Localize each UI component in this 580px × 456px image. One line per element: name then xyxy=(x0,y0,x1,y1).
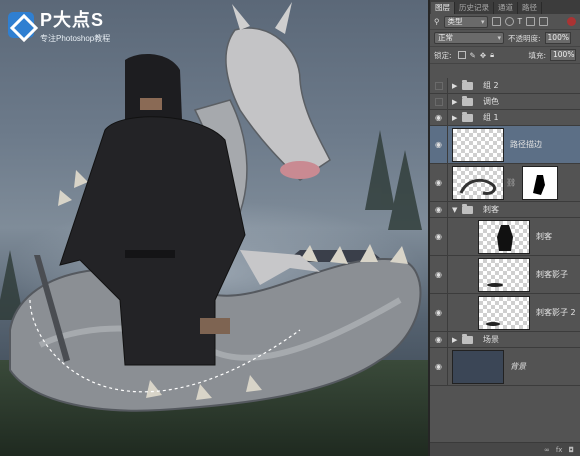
visibility-toggle[interactable] xyxy=(430,94,448,109)
folder-icon xyxy=(462,79,473,90)
panel-tabs: 图层 历史记录 通道 路径 xyxy=(430,0,580,14)
layer-row[interactable]: ▶ 组 2 xyxy=(430,78,580,94)
layer-thumbnail xyxy=(452,349,504,384)
layer-name: 组 2 xyxy=(483,81,499,90)
layer-row[interactable]: ◉ 刺客 xyxy=(430,218,580,256)
fill-label: 填充: xyxy=(528,50,546,60)
expand-arrow-icon[interactable]: ▶ xyxy=(452,82,460,90)
logo-title: P大点S xyxy=(40,10,105,30)
adjustment-filter-icon[interactable] xyxy=(504,17,514,26)
mask-icon[interactable]: ◘ xyxy=(568,446,574,454)
layer-name: 背景 xyxy=(510,362,526,371)
ninja-hand xyxy=(200,318,230,334)
blend-row: 正常 不透明度: 100% xyxy=(430,30,580,47)
folder-icon xyxy=(462,95,473,106)
layer-name: 调色 xyxy=(483,97,499,106)
dragon-mouth xyxy=(280,161,320,179)
shape-filter-icon[interactable] xyxy=(526,17,536,26)
eye-icon[interactable]: ◉ xyxy=(430,332,448,347)
layer-row[interactable]: ◉ ▼ 刺客 xyxy=(430,202,580,218)
layer-name: 刺客 xyxy=(483,205,499,214)
tab-layers[interactable]: 图层 xyxy=(431,2,455,14)
layer-name: 刺客影子 2 xyxy=(536,308,576,317)
eye-icon[interactable]: ◉ xyxy=(430,202,448,217)
layer-thumbnail xyxy=(452,127,504,162)
layer-mask-thumbnail[interactable] xyxy=(522,165,559,200)
layer-row[interactable]: ◉ 刺客影子 2 xyxy=(430,294,580,332)
panel-footer: ∞ fx ◘ xyxy=(430,442,580,456)
layer-row[interactable]: ◉ 背景 xyxy=(430,348,580,386)
diamond-logo-icon xyxy=(8,12,34,38)
lock-row: 锁定: ✎ ✥ 🔒︎ 填充: 100% xyxy=(430,47,580,64)
layer-list: ▶ 组 2 ▶ 调色 ◉ ▶ 组 1 ◉ 路径描边 ◉ ⛓︎ ◉ ▼ 刺客 ◉ … xyxy=(430,78,580,386)
expand-arrow-icon[interactable]: ▶ xyxy=(452,336,460,344)
fill-input[interactable]: 100% xyxy=(550,49,576,61)
layer-name: 场景 xyxy=(483,335,499,344)
folder-icon xyxy=(462,203,473,214)
fx-icon[interactable]: fx xyxy=(556,446,563,454)
ninja-hood xyxy=(125,54,182,121)
layer-row[interactable]: ▶ 调色 xyxy=(430,94,580,110)
link-icon[interactable]: ⛓︎ xyxy=(506,178,516,187)
layer-thumbnail xyxy=(452,165,504,200)
filter-toggle-icon[interactable] xyxy=(567,17,576,26)
opacity-label: 不透明度: xyxy=(508,33,541,43)
text-filter-icon[interactable]: T xyxy=(518,17,523,26)
layer-row[interactable]: ◉ ▶ 场景 xyxy=(430,332,580,348)
tab-history[interactable]: 历史记录 xyxy=(455,2,494,14)
collapse-arrow-icon[interactable]: ▼ xyxy=(452,206,460,214)
lock-all-icon[interactable]: 🔒︎ xyxy=(490,50,494,60)
lock-label: 锁定: xyxy=(434,50,452,60)
eye-icon[interactable]: ◉ xyxy=(430,294,448,331)
ninja-belt xyxy=(125,250,175,258)
eye-icon[interactable]: ◉ xyxy=(430,256,448,293)
layer-name: 刺客 xyxy=(536,232,552,241)
folder-icon xyxy=(462,111,473,122)
lock-paint-icon[interactable]: ✎ xyxy=(470,51,476,60)
layer-row-selected[interactable]: ◉ 路径描边 xyxy=(430,126,580,164)
tab-channels[interactable]: 通道 xyxy=(494,2,518,14)
document-canvas[interactable]: P大点S 专注Photoshop教程 xyxy=(0,0,428,456)
eye-icon[interactable]: ◉ xyxy=(430,218,448,255)
layer-name: 组 1 xyxy=(483,113,499,122)
lock-transparent-icon[interactable] xyxy=(457,51,466,59)
eye-icon[interactable]: ◉ xyxy=(430,110,448,125)
layer-thumbnail xyxy=(478,219,530,254)
layer-row[interactable]: ◉ ▶ 组 1 xyxy=(430,110,580,126)
ninja-face xyxy=(140,98,162,110)
smart-object-filter-icon[interactable] xyxy=(539,17,549,26)
watermark-logo: P大点S 专注Photoshop教程 xyxy=(8,6,110,44)
image-filter-icon[interactable] xyxy=(491,17,501,26)
link-icon[interactable]: ∞ xyxy=(544,446,550,454)
layer-thumbnail xyxy=(478,295,530,330)
filter-row: ⚲ 类型 T xyxy=(430,14,580,30)
lock-position-icon[interactable]: ✥ xyxy=(480,51,486,60)
layer-row[interactable]: ◉ 刺客影子 xyxy=(430,256,580,294)
eye-icon[interactable]: ◉ xyxy=(430,126,448,163)
expand-arrow-icon[interactable]: ▶ xyxy=(452,114,460,122)
logo-subtitle: 专注Photoshop教程 xyxy=(40,34,111,43)
filter-type-select[interactable]: 类型 xyxy=(443,15,488,28)
expand-arrow-icon[interactable]: ▶ xyxy=(452,98,460,106)
layer-thumbnail xyxy=(478,257,530,292)
eye-icon[interactable]: ◉ xyxy=(430,164,448,201)
folder-icon xyxy=(462,333,473,344)
blend-mode-select[interactable]: 正常 xyxy=(434,32,504,44)
opacity-input[interactable]: 100% xyxy=(544,32,571,44)
eye-icon[interactable]: ◉ xyxy=(430,348,448,385)
scene-artwork xyxy=(0,2,422,412)
layers-panel: 图层 历史记录 通道 路径 ⚲ 类型 T 正常 不透明度: 100% 锁定: ✎… xyxy=(428,0,580,456)
layer-name: 刺客影子 xyxy=(536,270,568,279)
search-icon: ⚲ xyxy=(434,17,440,26)
visibility-toggle[interactable] xyxy=(430,78,448,93)
layer-name: 路径描边 xyxy=(510,140,542,149)
tab-paths[interactable]: 路径 xyxy=(518,2,542,14)
layer-row[interactable]: ◉ ⛓︎ xyxy=(430,164,580,202)
